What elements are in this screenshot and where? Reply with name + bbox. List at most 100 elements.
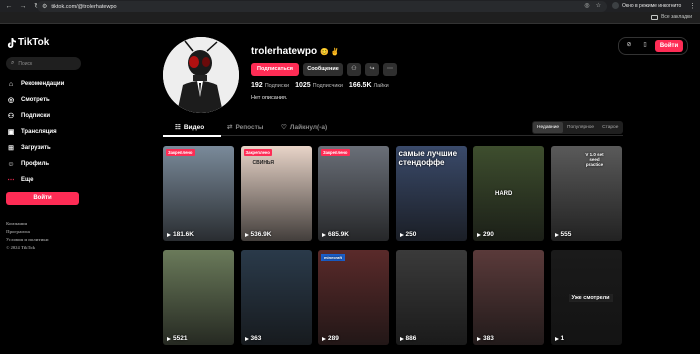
sidebar-item-label: Еще bbox=[21, 177, 34, 183]
video-card[interactable]: V 1.0 set seed practice 555 bbox=[550, 146, 622, 241]
view-count-value: 181.6K bbox=[173, 231, 194, 238]
video-card[interactable]: 363 bbox=[240, 250, 312, 345]
stat-following[interactable]: 192 Подписки bbox=[251, 82, 289, 89]
browser-toolbar: ← → ↻ ⚙ tiktok.com/@trolerhatewpo ◎ ☆ Ок… bbox=[0, 1, 700, 12]
video-card[interactable]: 886 bbox=[395, 250, 467, 345]
sidebar-item-upload[interactable]: ⊞ Загрузить bbox=[7, 140, 64, 156]
view-count-value: 685.9K bbox=[328, 231, 349, 238]
view-count-value: 1 bbox=[560, 335, 565, 342]
browser-menu-icon[interactable]: ⋮ bbox=[689, 2, 696, 10]
footer-link-terms[interactable]: Условия и политики bbox=[6, 236, 49, 244]
logo-text: TikTok bbox=[18, 37, 50, 48]
add-friend-icon[interactable]: ⚇ bbox=[347, 63, 361, 76]
play-icon bbox=[167, 336, 171, 341]
sort-oldest[interactable]: Старое bbox=[598, 122, 622, 133]
video-card[interactable]: HARD 290 bbox=[473, 146, 544, 241]
tab-liked[interactable]: ♡ Лайкнул(-а) bbox=[281, 123, 327, 132]
view-count: 1 bbox=[554, 335, 565, 342]
view-count: 363 bbox=[244, 335, 262, 342]
play-icon bbox=[399, 232, 404, 237]
username-emojis: 😊 ✌ bbox=[320, 48, 340, 56]
message-button[interactable]: Сообщение bbox=[303, 63, 343, 76]
tab-reposts[interactable]: ⇄ Репосты bbox=[227, 123, 264, 132]
sidebar-item-following[interactable]: ⚇ Подписки bbox=[7, 108, 64, 124]
footer-link-program[interactable]: Программа bbox=[6, 228, 49, 236]
video-card[interactable]: Закреплено 181.6K bbox=[163, 146, 234, 241]
play-icon bbox=[399, 336, 404, 341]
sidebar-item-profile[interactable]: ☺ Профиль bbox=[7, 156, 64, 172]
video-card[interactable]: Закреплено СВИНЬЯ 536.9K bbox=[240, 146, 312, 241]
view-count-value: 289 bbox=[328, 335, 339, 342]
sort-popular[interactable]: Популярное bbox=[563, 122, 598, 133]
view-count: 536.9K bbox=[244, 231, 272, 238]
compass-icon: ◎ bbox=[7, 97, 15, 104]
stat-followers[interactable]: 1025 Подписчики bbox=[295, 82, 343, 89]
view-count-value: 290 bbox=[483, 231, 494, 238]
sort-recent[interactable]: Недавние bbox=[533, 122, 564, 133]
forward-icon[interactable]: → bbox=[18, 2, 28, 12]
subscribe-button[interactable]: Подписаться bbox=[251, 63, 299, 76]
footer-link-company[interactable]: Компания bbox=[6, 220, 49, 228]
top-action-group: ⊘ ▯ Войти bbox=[618, 37, 688, 55]
incognito-indicator[interactable]: Окно в режиме инкогнито bbox=[612, 2, 681, 9]
search-input[interactable]: ⌕ Поиск bbox=[6, 57, 81, 70]
incognito-icon bbox=[612, 2, 619, 9]
profile-username: trolerhatewpo 😊 ✌ bbox=[251, 46, 340, 57]
back-icon[interactable]: ← bbox=[4, 2, 14, 12]
view-count: 383 bbox=[477, 335, 494, 342]
stat-likes: 166.5K Лайки bbox=[348, 82, 389, 89]
star-icon[interactable]: ☆ bbox=[596, 1, 601, 12]
search-placeholder: Поиск bbox=[18, 60, 33, 67]
compass-badge-icon[interactable]: ⊘ bbox=[623, 40, 635, 52]
video-card[interactable]: самые лучшие стендоффе 250 bbox=[395, 146, 467, 241]
footer-copyright: © 2024 TikTok bbox=[6, 245, 36, 250]
active-tab-indicator bbox=[163, 135, 221, 137]
view-count: 685.9K bbox=[322, 231, 349, 238]
video-card[interactable]: minecraft 289 bbox=[318, 250, 389, 345]
video-card[interactable]: Закреплено 685.9K bbox=[318, 146, 389, 241]
eye-off-icon[interactable]: ◎ bbox=[584, 1, 589, 12]
view-count-value: 250 bbox=[405, 231, 417, 238]
sidebar-nav: ⌂ Рекомендации ◎ Смотреть ⚇ Подписки ▣ Т… bbox=[7, 76, 64, 188]
view-count-value: 536.9K bbox=[250, 231, 272, 238]
view-count-value: 383 bbox=[483, 335, 494, 342]
video-card[interactable]: 383 bbox=[473, 250, 544, 345]
sidebar-login-button[interactable]: Войти bbox=[6, 192, 79, 205]
play-icon bbox=[322, 232, 326, 237]
folder-icon bbox=[651, 14, 659, 20]
pinned-badge: Закреплено bbox=[321, 149, 350, 156]
sidebar-item-label: Подписки bbox=[21, 113, 51, 119]
play-icon bbox=[477, 232, 481, 237]
browser-chrome: ← → ↻ ⚙ tiktok.com/@trolerhatewpo ◎ ☆ Ок… bbox=[0, 0, 700, 24]
sidebar-item-watch[interactable]: ◎ Смотреть bbox=[7, 92, 64, 108]
view-count-value: 363 bbox=[250, 335, 262, 342]
play-icon bbox=[244, 232, 249, 237]
more-options-icon[interactable]: ⋯ bbox=[383, 63, 397, 76]
site-info-icon[interactable]: ⚙ bbox=[42, 3, 47, 10]
all-bookmarks[interactable]: Все закладки bbox=[651, 14, 692, 20]
share-icon[interactable]: ↪ bbox=[365, 63, 379, 76]
grid-icon: ☷ bbox=[175, 124, 181, 131]
tab-label: Видео bbox=[183, 123, 205, 131]
upload-icon: ⊞ bbox=[8, 145, 14, 152]
sidebar-item-recommendations[interactable]: ⌂ Рекомендации bbox=[7, 76, 64, 92]
repost-icon: ⇄ bbox=[227, 124, 233, 131]
top-login-button[interactable]: Войти bbox=[655, 40, 683, 52]
sidebar-item-more[interactable]: ⋯ Еще bbox=[7, 172, 64, 188]
video-caption: HARD bbox=[495, 191, 513, 197]
profile-bio: Нет описания. bbox=[251, 95, 288, 101]
video-card[interactable]: 5521 bbox=[163, 250, 234, 345]
tab-label: Репосты bbox=[235, 123, 264, 131]
video-caption: Уже смотрели bbox=[568, 294, 613, 302]
tiktok-logo[interactable]: TikTok bbox=[7, 37, 49, 48]
users-icon: ⚇ bbox=[7, 113, 15, 120]
video-card[interactable]: Уже смотрели 1 bbox=[550, 250, 622, 345]
pinned-badge: Закреплено bbox=[243, 149, 272, 156]
view-count: 290 bbox=[477, 231, 494, 238]
mobile-icon[interactable]: ▯ bbox=[639, 40, 651, 52]
tab-videos[interactable]: ☷ Видео bbox=[175, 123, 205, 132]
sidebar-item-label: Смотреть bbox=[21, 97, 50, 103]
search-icon: ⌕ bbox=[11, 60, 15, 66]
sidebar-item-live[interactable]: ▣ Трансляция bbox=[7, 124, 64, 140]
address-bar[interactable]: ⚙ tiktok.com/@trolerhatewpo ◎ ☆ bbox=[37, 1, 607, 12]
